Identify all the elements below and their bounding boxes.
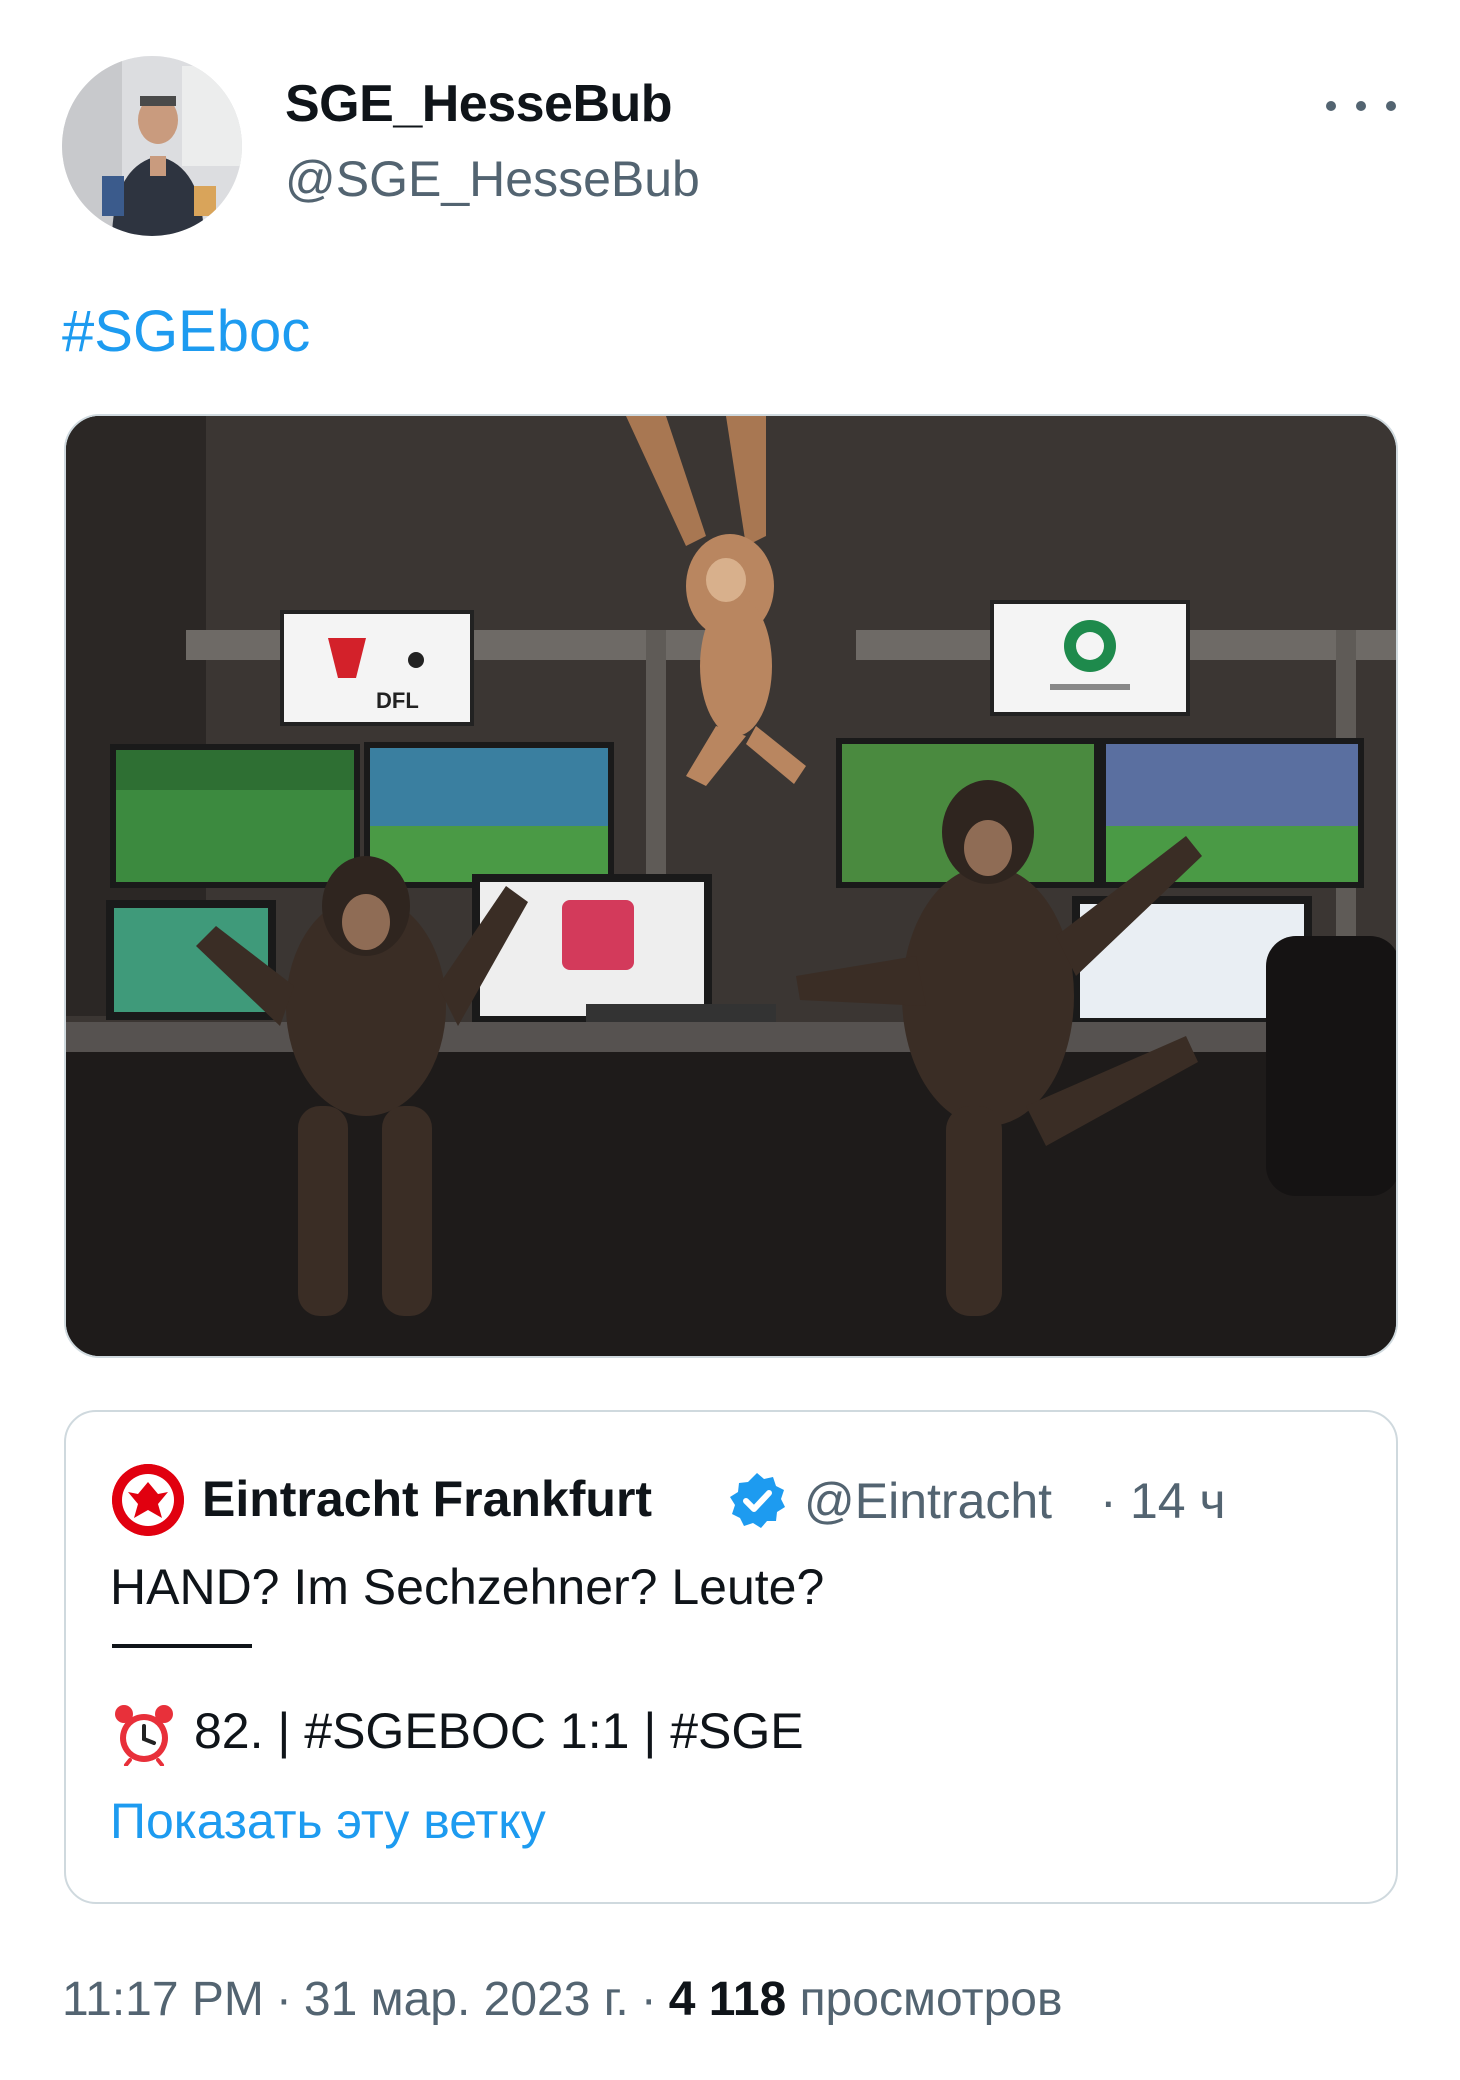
author-avatar[interactable] (62, 56, 242, 236)
alarm-clock-icon (112, 1702, 176, 1767)
views-count: 4 118 (668, 1973, 787, 2026)
author-handle[interactable]: @SGE_HesseBub (285, 150, 700, 208)
quoted-tweet-divider (112, 1644, 252, 1648)
more-dot (1326, 101, 1336, 111)
quoted-tweet-time[interactable]: 14 ч (1130, 1472, 1226, 1530)
tweet-hashtag-link[interactable]: #SGEboc (62, 298, 310, 365)
quoted-author-name[interactable]: Eintracht Frankfurt (202, 1470, 652, 1528)
dfl-logo-text: DFL (376, 688, 419, 713)
eagle-crest-icon (112, 1464, 184, 1536)
tweet-media-image[interactable]: DFL (64, 414, 1398, 1358)
tweet-date[interactable]: 31 мар. 2023 г. (304, 1973, 629, 2026)
tweet: SGE_HesseBub @SGE_HesseBub #SGEboc DFL E… (0, 0, 1460, 2080)
author-display-name[interactable]: SGE_HesseBub (285, 74, 673, 134)
quoted-author-avatar[interactable] (112, 1464, 184, 1536)
quoted-author-handle[interactable]: @Eintracht (804, 1472, 1052, 1530)
more-dot (1386, 101, 1396, 111)
separator-dot: · (275, 1973, 292, 2026)
views-label: просмотров (799, 1973, 1063, 2026)
avatar-photo (62, 56, 242, 236)
more-options-icon[interactable] (1326, 86, 1396, 126)
more-dot (1356, 101, 1366, 111)
tweet-time[interactable]: 11:17 PM (62, 1973, 264, 2026)
show-thread-link[interactable]: Показать эту ветку (110, 1792, 546, 1850)
separator-dot: · (640, 1973, 657, 2026)
tweet-meta: 11:17 PM · 31 мар. 2023 г. · 4 118 просмотро… (62, 1972, 1062, 2027)
quoted-tweet-score-line: 82. | #SGEBOC 1:1 | #SGE (194, 1703, 804, 1759)
quoted-tweet-card[interactable]: Eintracht Frankfurt @Eintracht · 14 ч HA… (64, 1410, 1398, 1904)
verified-badge-icon (726, 1470, 788, 1532)
quoted-tweet-text-line: HAND? Im Sechzehner? Leute? (110, 1559, 825, 1615)
separator-dot: · (1100, 1473, 1117, 1529)
var-room-monkeys-picture: DFL (66, 416, 1396, 1356)
